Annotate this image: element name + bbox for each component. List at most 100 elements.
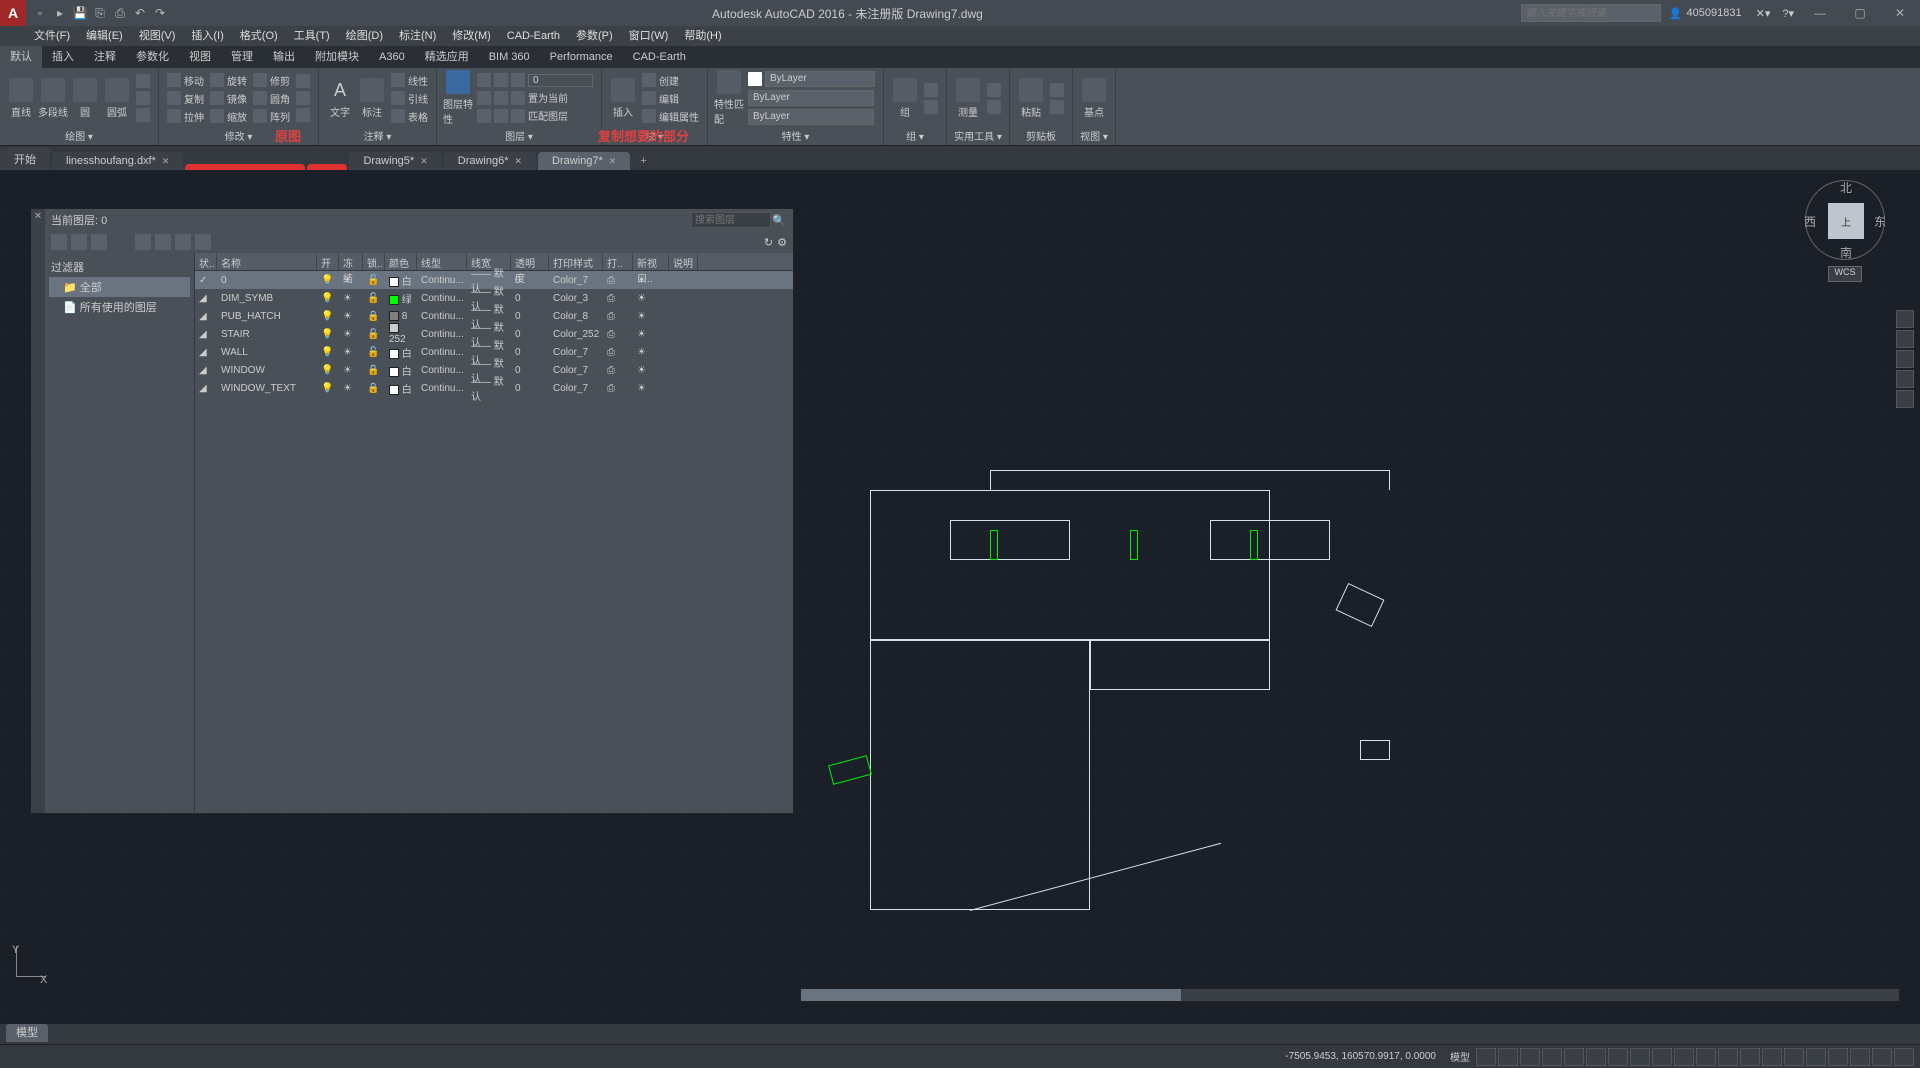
mirror-button[interactable]: 镜像 [208, 90, 249, 107]
menu-parametric[interactable]: 参数(P) [568, 26, 621, 46]
open-icon[interactable]: ▸ [52, 5, 68, 21]
group-button[interactable]: 组 [890, 78, 920, 119]
tab-annotate[interactable]: 注释 [84, 46, 126, 68]
viewcube[interactable]: 北 南 东 西 上 WCS [1800, 180, 1890, 290]
app-logo[interactable]: A [0, 0, 26, 26]
minimize-button[interactable]: — [1800, 0, 1840, 26]
paste-button[interactable]: 粘贴 [1016, 78, 1046, 119]
nav-showmotion-icon[interactable] [1896, 390, 1914, 408]
close-button[interactable]: ✕ [1880, 0, 1920, 26]
line-button[interactable]: 直线 [6, 78, 36, 119]
fillet-button[interactable]: 圆角 [251, 90, 292, 107]
text-button[interactable]: A文字 [325, 78, 355, 119]
menu-edit[interactable]: 编辑(E) [78, 26, 131, 46]
menu-draw[interactable]: 绘图(D) [338, 26, 391, 46]
panel-sidebar[interactable]: ✕ [31, 209, 45, 813]
nav-wheel-icon[interactable] [1896, 310, 1914, 328]
tab-addins[interactable]: 附加模块 [305, 46, 369, 68]
ortho-icon[interactable] [1520, 1048, 1540, 1066]
menu-view[interactable]: 视图(V) [131, 26, 184, 46]
new-layer-icon[interactable] [51, 234, 67, 250]
arc-button[interactable]: 圆弧 [102, 78, 132, 119]
basepoint-button[interactable]: 基点 [1079, 78, 1109, 119]
doctab-5[interactable]: Drawing6*✕ [444, 152, 536, 170]
match-properties-button[interactable]: 特性匹配 [714, 70, 744, 126]
doctab-6[interactable]: Drawing7*✕ [538, 152, 630, 170]
tab-view[interactable]: 视图 [179, 46, 221, 68]
new-tab-button[interactable]: + [632, 152, 654, 170]
new-icon[interactable]: ▫ [32, 5, 48, 21]
doctab-start[interactable]: 开始 [0, 148, 50, 170]
print-icon[interactable]: ⎙ [112, 5, 128, 21]
copy-button[interactable]: 复制 [165, 90, 206, 107]
dimension-button[interactable]: 标注 [357, 78, 387, 119]
model-tab[interactable]: 模型 [6, 1024, 48, 1042]
search-icon[interactable]: 🔍 [771, 214, 787, 227]
layer-filter-icon[interactable] [155, 234, 171, 250]
move-button[interactable]: 移动 [165, 72, 206, 89]
menu-file[interactable]: 文件(F) [26, 26, 78, 46]
settings-icon[interactable]: ⚙ [777, 236, 787, 249]
nav-orbit-icon[interactable] [1896, 370, 1914, 388]
doctab-1[interactable]: linesshoufang.dxf*✕ [52, 152, 183, 170]
menu-insert[interactable]: 插入(I) [183, 26, 231, 46]
redo-icon[interactable]: ↷ [152, 5, 168, 21]
wcs-badge[interactable]: WCS [1828, 266, 1862, 282]
tab-a360[interactable]: A360 [369, 46, 415, 68]
stretch-button[interactable]: 拉伸 [165, 108, 206, 125]
tab-parametric[interactable]: 参数化 [126, 46, 179, 68]
layer-states-icon[interactable] [135, 234, 151, 250]
help-search-input[interactable] [1521, 4, 1661, 22]
new-layer-vp-icon[interactable] [71, 234, 87, 250]
circle-button[interactable]: 圆 [70, 78, 100, 119]
menu-modify[interactable]: 修改(M) [444, 26, 499, 46]
tree-item-all[interactable]: 📁 全部 [49, 277, 190, 297]
customize-icon[interactable] [1894, 1048, 1914, 1066]
menu-cadearth[interactable]: CAD-Earth [499, 26, 568, 46]
layer-search-input[interactable] [691, 212, 771, 228]
osnap-icon[interactable] [1564, 1048, 1584, 1066]
saveas-icon[interactable]: ⎘ [92, 5, 108, 21]
menu-window[interactable]: 窗口(W) [621, 26, 677, 46]
menu-dimension[interactable]: 标注(N) [391, 26, 444, 46]
maximize-button[interactable]: ▢ [1840, 0, 1880, 26]
otrack-icon[interactable] [1586, 1048, 1606, 1066]
refresh-icon[interactable]: ↻ [764, 236, 773, 249]
tab-cadearth[interactable]: CAD-Earth [623, 46, 696, 68]
exchange-icon[interactable]: ✕▾ [1750, 7, 1777, 20]
menu-format[interactable]: 格式(O) [232, 26, 286, 46]
horizontal-scrollbar[interactable] [800, 988, 1900, 1002]
array-button[interactable]: 阵列 [251, 108, 292, 125]
menu-help[interactable]: 帮助(H) [676, 26, 729, 46]
rotate-button[interactable]: 旋转 [208, 72, 249, 89]
user-account[interactable]: 👤 405091831 [1661, 7, 1750, 20]
tab-insert[interactable]: 插入 [42, 46, 84, 68]
layer-properties-button[interactable]: 图层特性 [443, 70, 473, 126]
help-icon[interactable]: ?▾ [1776, 7, 1800, 20]
save-icon[interactable]: 💾 [72, 5, 88, 21]
tab-output[interactable]: 输出 [263, 46, 305, 68]
undo-icon[interactable]: ↶ [132, 5, 148, 21]
tab-bim360[interactable]: BIM 360 [479, 46, 540, 68]
doctab-4[interactable]: Drawing5*✕ [349, 152, 441, 170]
layer-row[interactable]: ◢WINDOW_TEXT💡☀🔒 白Continu...—— 默认0Color_7… [195, 379, 793, 397]
nav-zoom-icon[interactable] [1896, 350, 1914, 368]
insert-block-button[interactable]: 插入 [608, 78, 638, 119]
measure-button[interactable]: 测量 [953, 78, 983, 119]
model-space-button[interactable]: 模型 [1444, 1049, 1476, 1064]
tab-manage[interactable]: 管理 [221, 46, 263, 68]
snap-icon[interactable] [1498, 1048, 1518, 1066]
trim-button[interactable]: 修剪 [251, 72, 292, 89]
tab-default[interactable]: 默认 [0, 46, 42, 68]
menu-tools[interactable]: 工具(T) [286, 26, 338, 46]
nav-pan-icon[interactable] [1896, 330, 1914, 348]
transparency-icon[interactable] [1630, 1048, 1650, 1066]
grid-icon[interactable] [1476, 1048, 1496, 1066]
polyline-button[interactable]: 多段线 [38, 78, 68, 119]
polar-icon[interactable] [1542, 1048, 1562, 1066]
delete-layer-icon[interactable] [91, 234, 107, 250]
tree-item-used[interactable]: 📄 所有使用的图层 [49, 297, 190, 317]
tab-performance[interactable]: Performance [540, 46, 623, 68]
lweight-icon[interactable] [1608, 1048, 1628, 1066]
tab-featured[interactable]: 精选应用 [415, 46, 479, 68]
